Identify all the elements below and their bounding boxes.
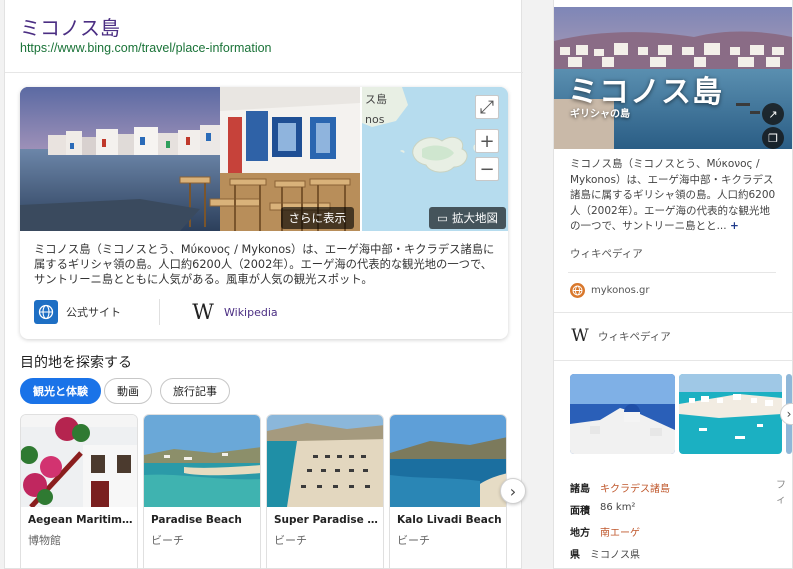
destination-category: ビーチ [274, 534, 307, 547]
hero-description: ミコノス島（ミコノスとう、Μύκονος / Mykonos）は、エーゲ海中部・… [34, 243, 495, 286]
divider [568, 272, 776, 273]
zoom-out-button[interactable]: − [475, 157, 499, 181]
divider [554, 360, 792, 361]
main-result-card: ミコノス島 https://www.bing.com/travel/place-… [4, 0, 526, 569]
fact-row: 地方 南エーゲ [570, 524, 640, 539]
map-label-2: nos [365, 113, 385, 126]
zoom-in-button[interactable]: + [475, 129, 499, 153]
destination-image [267, 415, 383, 507]
mini-map[interactable]: ス島 nos ⤢ + − ▭ 拡大地図 [362, 87, 508, 231]
gallery-image[interactable] [679, 374, 782, 454]
hero-links-row: 公式サイト W Wikipedia [34, 297, 500, 329]
share-icon[interactable]: ↗ [762, 103, 784, 125]
destination-image [21, 415, 137, 507]
copy-icon[interactable]: ❐ [762, 127, 784, 149]
website-label: mykonos.gr [591, 285, 650, 296]
more-photos-button[interactable]: さらに表示 [280, 207, 354, 229]
map-label-1: ス島 [365, 93, 387, 106]
divider [554, 312, 792, 313]
destination-category: 博物館 [28, 534, 61, 547]
chip-travel-articles[interactable]: 旅行記事 [160, 378, 230, 404]
wikipedia-row-link[interactable]: W ウィキペディア [570, 326, 671, 346]
destination-image [144, 415, 260, 507]
destination-name: Super Paradise Be... [274, 514, 384, 526]
big-map-button[interactable]: ▭ 拡大地図 [429, 207, 506, 229]
fact-value: ミコノス県 [590, 550, 640, 561]
knowledge-panel: ミコノス島 ギリシャの島 ↗ ❐ ミコノス島（ミコノスとう、Μύκονος / … [553, 0, 793, 569]
wikipedia-icon: W [571, 326, 589, 346]
chip-sightseeing[interactable]: 観光と体験 [20, 378, 101, 404]
result-url[interactable]: https://www.bing.com/travel/place-inform… [20, 41, 272, 55]
hero-photo[interactable]: さらに表示 [20, 87, 360, 231]
map-icon: ▭ [437, 211, 448, 225]
explore-heading: 目的地を探索する [20, 355, 132, 371]
official-site-label: 公式サイト [66, 306, 121, 319]
destination-image [390, 415, 506, 507]
chip-videos[interactable]: 動画 [104, 378, 152, 404]
expand-map-icon[interactable]: ⤢ [475, 95, 499, 119]
destination-card[interactable]: Kalo Livadi Beach ビーチ [389, 414, 507, 569]
gallery-image[interactable] [570, 374, 675, 454]
destination-name: Paradise Beach [151, 514, 242, 526]
expand-description-button[interactable]: + [730, 220, 739, 232]
destination-name: Kalo Livadi Beach [397, 514, 502, 526]
official-site-link[interactable]: 公式サイト [34, 297, 121, 327]
panel-subtitle: ギリシャの島 [570, 109, 630, 120]
destination-card[interactable]: Aegean Maritime ... 博物館 [20, 414, 138, 569]
chevron-right-icon: › [786, 407, 792, 421]
carousel-next-button[interactable]: › [500, 478, 526, 504]
big-map-label: 拡大地図 [452, 211, 498, 225]
result-title-link[interactable]: ミコノス島 [20, 12, 120, 41]
globe-icon [34, 300, 58, 324]
fact-row: 県 ミコノス県 [570, 546, 640, 561]
divider [159, 299, 160, 325]
fact-key: 面積 [570, 506, 590, 517]
wikipedia-icon: W [192, 300, 214, 324]
website-link[interactable]: mykonos.gr [570, 283, 650, 298]
fact-row: 諸島 キクラデス諸島 [570, 480, 670, 495]
fact-value-link[interactable]: 南エーゲ [600, 524, 640, 539]
fact-key: 諸島 [570, 484, 590, 495]
fact-trail-text: フィ [776, 480, 786, 506]
fact-key: 県 [570, 550, 580, 561]
wikipedia-link[interactable]: W Wikipedia [190, 297, 278, 327]
wikipedia-row-label: ウィキペディア [598, 330, 671, 343]
panel-description-text: ミコノス島（ミコノスとう、Μύκονος / Mykonos）は、エーゲ海中部・… [570, 158, 776, 233]
destination-category: ビーチ [151, 534, 184, 547]
destination-name: Aegean Maritime ... [28, 514, 138, 526]
panel-hero[interactable]: ミコノス島 ギリシャの島 ↗ ❐ [554, 7, 792, 149]
destination-card[interactable]: Paradise Beach ビーチ [143, 414, 261, 569]
fact-value-link[interactable]: キクラデス諸島 [600, 480, 670, 495]
destination-card[interactable]: Super Paradise Be... ビーチ [266, 414, 384, 569]
chevron-right-icon: › [509, 481, 517, 501]
destination-category: ビーチ [397, 534, 430, 547]
fact-row: 面積 86 km² [570, 502, 635, 517]
panel-description: ミコノス島（ミコノスとう、Μύκονος / Mykonos）は、エーゲ海中部・… [570, 157, 780, 235]
divider [5, 72, 523, 73]
page: ミコノス島 https://www.bing.com/travel/place-… [0, 0, 793, 569]
fact-key: 地方 [570, 528, 590, 539]
wikipedia-label: Wikipedia [224, 305, 278, 319]
globe-icon [570, 283, 585, 298]
fact-value: 86 km² [600, 502, 636, 513]
hero-card: さらに表示 ス島 nos ⤢ + − ▭ 拡大地図 ミコノス島（ミコノスとう、Μ… [20, 87, 508, 339]
panel-source-link[interactable]: ウィキペディア [570, 246, 643, 261]
